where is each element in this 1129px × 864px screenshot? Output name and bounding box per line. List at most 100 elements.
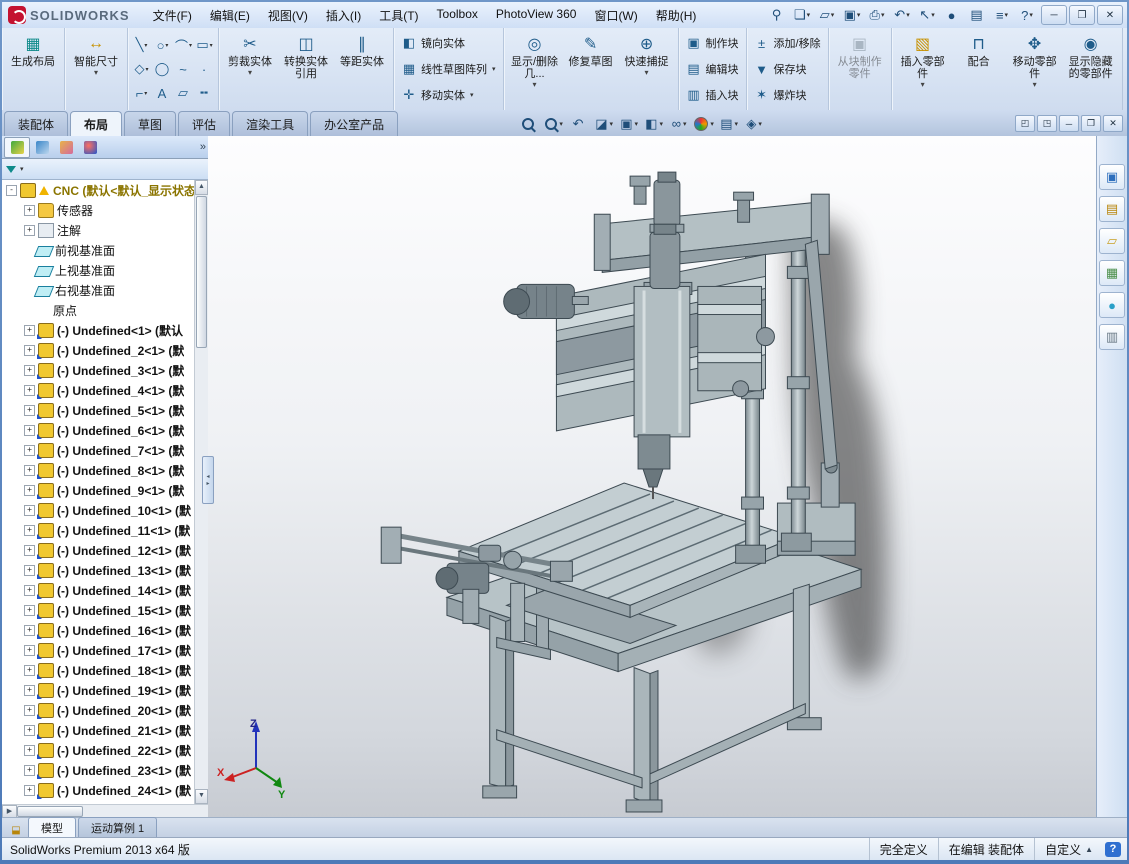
tree-item-component[interactable]: + (-) Undefined_16<1> (默 (2, 620, 195, 640)
tree-expander[interactable]: + (24, 344, 35, 356)
mirror-entities-button[interactable]: ◧ 镜向实体 (399, 32, 498, 55)
tree-item-component[interactable]: + (-) Undefined_22<1> (默 (2, 740, 195, 760)
tree-expander[interactable]: + (24, 324, 35, 336)
tab-office-products[interactable]: 办公室产品 (310, 111, 399, 136)
menu-view[interactable]: 视图(V) (259, 4, 317, 27)
tree-expander[interactable]: + (24, 644, 35, 656)
tree-item-component[interactable]: + (-) Undefined_13<1> (默 (2, 560, 195, 580)
add-remove-button[interactable]: ± 添加/移除 (752, 32, 823, 55)
zoom-area-icon[interactable]: ▾ (543, 114, 565, 133)
tree-expander[interactable] (24, 266, 33, 275)
tree-expander[interactable]: + (24, 624, 35, 636)
quick-snaps-button[interactable]: ⊕ 快速捕捉 ▾ (619, 30, 675, 108)
tree-item-component[interactable]: + (-) Undefined_6<1> (默 (2, 420, 195, 440)
tree-horizontal-scrollbar[interactable]: ◀ ▶ (2, 804, 208, 818)
menu-window[interactable]: 窗口(W) (585, 4, 646, 27)
graphics-viewport[interactable]: Z X Y (208, 136, 1097, 818)
move-component-button[interactable]: ✥ 移动零部件 ▾ (1007, 30, 1063, 108)
tree-item-top-plane[interactable]: 上视基准面 (2, 260, 195, 280)
scrollbar-thumb[interactable] (196, 196, 207, 348)
tree-expander[interactable]: + (24, 364, 35, 376)
menu-help[interactable]: 帮助(H) (647, 4, 706, 27)
section-view-icon[interactable]: ◪ ▾ (593, 114, 615, 133)
status-custom-dropdown[interactable]: 自定义 ▲ (1034, 838, 1103, 860)
plane-tool[interactable]: ▱ (173, 81, 194, 105)
file-properties-icon[interactable]: ▤ (965, 5, 989, 25)
tree-expander[interactable]: + (24, 584, 35, 596)
apply-scene-icon[interactable]: ▤ ▾ (718, 114, 740, 133)
tree-expander[interactable] (24, 286, 33, 295)
trim-entities-button[interactable]: ✂ 剪裁实体 ▾ (222, 30, 278, 108)
tree-item-component[interactable]: + (-) Undefined_4<1> (默 (2, 380, 195, 400)
panel-overflow-chevron[interactable]: » (200, 141, 206, 153)
select-arrow-icon[interactable]: ↖ ▾ (915, 5, 939, 25)
create-layout-button[interactable]: ▦ 生成布局 (5, 30, 61, 108)
tree-expander[interactable]: + (24, 444, 35, 456)
menu-insert[interactable]: 插入(I) (317, 4, 370, 27)
display-delete-relations-button[interactable]: ◎ 显示/删除几... ▾ (507, 30, 563, 108)
view-settings-icon[interactable]: ◈ ▾ (743, 114, 765, 133)
panel-splitter[interactable]: ◂ ▸ (202, 456, 214, 504)
rectangle-tool[interactable]: ▭ ▾ (194, 33, 215, 57)
maximize-window-button[interactable]: ❐ (1069, 5, 1095, 25)
ellipse-tool[interactable]: ◯ (152, 57, 173, 81)
tree-expander[interactable]: + (24, 404, 35, 416)
linear-sketch-pattern-button[interactable]: ▦ 线性草图阵列 ▾ (399, 58, 498, 81)
tree-item-origin[interactable]: 原点 (2, 300, 195, 320)
tree-expander[interactable]: + (24, 484, 35, 496)
tree-item-right-plane[interactable]: 右视基准面 (2, 280, 195, 300)
centerline-tool[interactable]: ╍ (194, 81, 215, 105)
edit-block-button[interactable]: ▤ 编辑块 (684, 58, 741, 81)
tree-item-component[interactable]: + (-) Undefined_20<1> (默 (2, 700, 195, 720)
insert-components-button[interactable]: ▧ 插入零部件 ▾ (895, 30, 951, 108)
tree-expander[interactable] (24, 306, 33, 315)
tree-item-component[interactable]: + (-) Undefined_19<1> (默 (2, 680, 195, 700)
task-resources-icon[interactable]: ▣ (1099, 164, 1125, 190)
tree-root-assembly[interactable]: - CNC (默认<默认_显示状态 (2, 180, 195, 200)
display-style-icon[interactable]: ◧ ▾ (643, 114, 665, 133)
tab-sketch[interactable]: 草图 (124, 111, 177, 136)
display-manager-tab[interactable] (78, 138, 102, 157)
view-orientation-icon[interactable]: ▣ ▾ (618, 114, 640, 133)
insert-block-button[interactable]: ▥ 插入块 (684, 84, 741, 107)
line-tool[interactable]: ╲ ▾ (131, 33, 152, 57)
help-icon[interactable]: ? ▾ (1015, 5, 1039, 25)
undo-icon[interactable]: ↶ ▾ (890, 5, 914, 25)
tree-item-component[interactable]: + (-) Undefined_14<1> (默 (2, 580, 195, 600)
menu-toolbox[interactable]: Toolbox (428, 4, 487, 27)
tree-item-component[interactable]: + (-) Undefined_3<1> (默 (2, 360, 195, 380)
polygon-tool[interactable]: ◇ ▾ (131, 57, 152, 81)
tree-item-sensors[interactable]: + 传感器 (2, 200, 195, 220)
menu-tools[interactable]: 工具(T) (370, 4, 427, 27)
convert-entities-button[interactable]: ◫ 转换实体引用 (278, 30, 334, 108)
sketch-fillet-tool[interactable]: ⌐ ▾ (131, 81, 152, 105)
tree-item-component[interactable]: + (-) Undefined_21<1> (默 (2, 720, 195, 740)
task-design-library-icon[interactable]: ▤ (1099, 196, 1125, 222)
tree-expander[interactable]: + (24, 684, 35, 696)
point-tool[interactable]: · (194, 57, 215, 81)
tree-item-front-plane[interactable]: 前视基准面 (2, 240, 195, 260)
restore-document-button[interactable]: ❐ (1081, 115, 1101, 132)
minimize-window-button[interactable]: ─ (1041, 5, 1067, 25)
filter-funnel-icon[interactable] (6, 165, 16, 173)
tree-expander[interactable]: + (24, 464, 35, 476)
motion-manager-icon[interactable]: ⬓ (6, 822, 26, 838)
spline-tool[interactable]: ~ (173, 57, 194, 81)
tree-item-component[interactable]: + (-) Undefined_15<1> (默 (2, 600, 195, 620)
task-appearances-icon[interactable]: ● (1099, 292, 1125, 318)
tree-expander[interactable]: - (6, 184, 17, 196)
minimize-document-button[interactable]: ─ (1059, 115, 1079, 132)
tree-expander[interactable]: + (24, 764, 35, 776)
tree-item-component[interactable]: + (-) Undefined_7<1> (默 (2, 440, 195, 460)
tree-expander[interactable]: + (24, 664, 35, 676)
new-document-icon[interactable]: ❏ ▾ (790, 5, 814, 25)
scroll-down-arrow[interactable]: ▼ (195, 789, 208, 804)
options-icon[interactable]: ≡ ▾ (990, 5, 1014, 25)
tree-expander[interactable]: + (24, 564, 35, 576)
tab-assembly[interactable]: 装配体 (4, 111, 69, 136)
tree-item-annotations[interactable]: + 注解 (2, 220, 195, 240)
offset-entities-button[interactable]: ∥ 等距实体 (334, 30, 390, 108)
tree-expander[interactable]: + (24, 724, 35, 736)
save-icon[interactable]: ▣ ▾ (840, 5, 864, 25)
property-manager-tab[interactable] (30, 138, 54, 157)
